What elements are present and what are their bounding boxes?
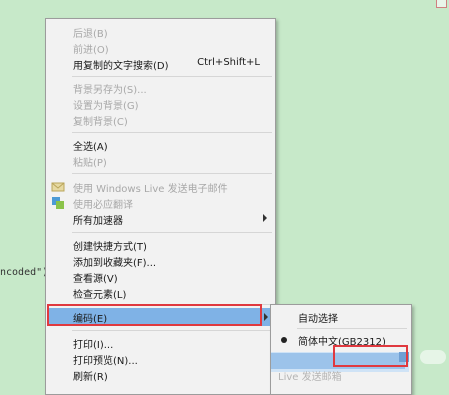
menu-separator xyxy=(72,132,272,133)
window-top-strip xyxy=(0,0,449,9)
cursor-blur xyxy=(420,350,446,364)
menu-item-forward[interactable]: 前进(O) xyxy=(47,40,274,56)
menu-item-save-background[interactable]: 背景另存为(S)... xyxy=(47,80,274,96)
submenu-item-auto-select[interactable]: 自动选择 xyxy=(272,309,410,325)
menu-item-paste[interactable]: 粘贴(P) xyxy=(47,153,274,169)
menu-item-back[interactable]: 后退(B) xyxy=(47,24,274,40)
menu-item-add-favorites[interactable]: 添加到收藏夹(F)... xyxy=(47,253,274,269)
selected-bullet-icon xyxy=(281,337,287,343)
window-control-box[interactable] xyxy=(436,0,447,8)
menu-item-create-shortcut[interactable]: 创建快捷方式(T) xyxy=(47,237,274,253)
menu-item-refresh[interactable]: 刷新(R) xyxy=(47,367,274,383)
menu-item-all-accelerators[interactable]: 所有加速器 xyxy=(47,211,274,227)
submenu-item-faint[interactable]: Live 发送邮箱 xyxy=(272,367,410,383)
menu-separator xyxy=(297,328,407,329)
menu-item-select-all[interactable]: 全选(A) xyxy=(47,137,274,153)
menu-separator xyxy=(72,173,272,174)
menu-separator xyxy=(72,76,272,77)
menu-separator xyxy=(72,330,272,331)
menu-item-copy-background[interactable]: 复制背景(C) xyxy=(47,112,274,128)
email-icon xyxy=(51,180,65,194)
menu-item-inspect-element[interactable]: 检查元素(L) xyxy=(47,285,274,301)
menu-item-search-copied[interactable]: 用复制的文字搜索(D) Ctrl+Shift+L xyxy=(47,56,274,72)
context-menu: 后退(B) 前进(O) 用复制的文字搜索(D) Ctrl+Shift+L 背景另… xyxy=(45,18,276,395)
translate-icon xyxy=(51,196,65,210)
submenu-arrow-icon xyxy=(263,214,267,222)
menu-item-email-windows-live[interactable]: 使用 Windows Live 发送电子邮件 xyxy=(47,179,274,195)
highlight-box-encoding xyxy=(47,304,262,326)
menu-item-view-source[interactable]: 查看源(V) xyxy=(47,269,274,285)
menu-item-bing-translate[interactable]: 使用必应翻译 xyxy=(47,195,274,211)
menu-item-print[interactable]: 打印(I)... xyxy=(47,335,274,351)
menu-item-print-preview[interactable]: 打印预览(N)... xyxy=(47,351,274,367)
menu-item-set-background[interactable]: 设置为背景(G) xyxy=(47,96,274,112)
submenu-arrow-icon xyxy=(264,313,268,321)
highlight-box-submenu xyxy=(333,345,408,367)
menu-separator xyxy=(72,232,272,233)
